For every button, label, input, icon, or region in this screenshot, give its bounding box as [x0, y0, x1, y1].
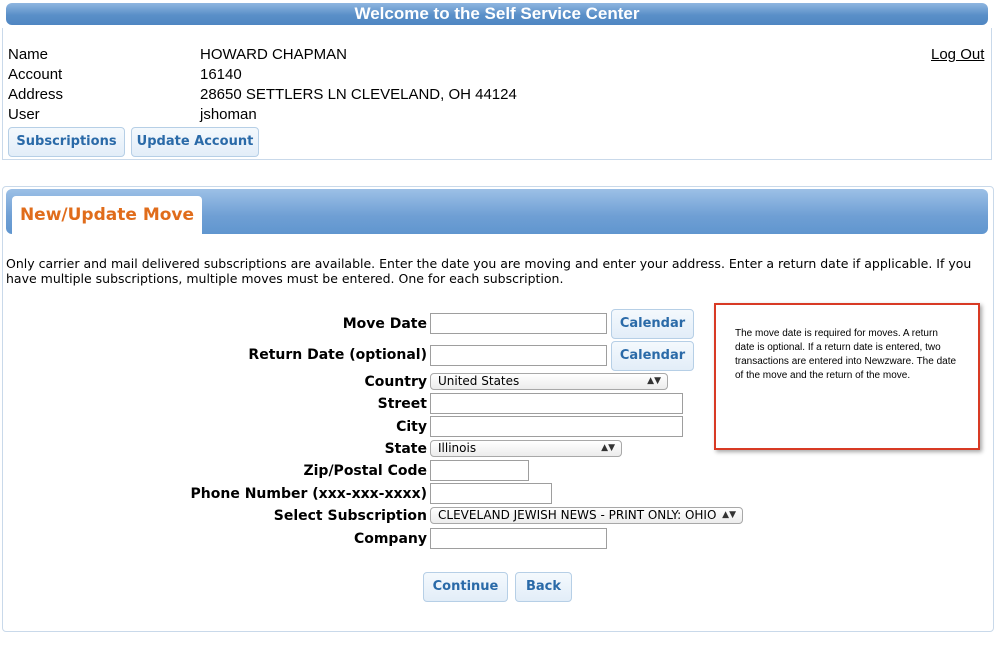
user-value: jshoman: [200, 106, 257, 123]
street-input[interactable]: [430, 393, 683, 414]
city-input[interactable]: [430, 416, 683, 437]
subscription-selected-value: CLEVELAND JEWISH NEWS - PRINT ONLY: OHIO: [438, 508, 717, 522]
state-selected-value: Illinois: [438, 441, 477, 455]
subscription-label: Select Subscription: [273, 508, 427, 524]
return-date-label: Return Date (optional): [248, 347, 427, 363]
select-arrows-icon: ▲▼: [647, 376, 661, 386]
return-date-input[interactable]: [430, 345, 607, 366]
back-button[interactable]: Back: [515, 572, 572, 602]
country-select[interactable]: United States ▲▼: [430, 373, 668, 390]
state-select[interactable]: Illinois ▲▼: [430, 440, 622, 457]
tab-new-update-move[interactable]: New/Update Move: [12, 196, 202, 237]
state-label: State: [384, 441, 427, 457]
annotation-callout: The move date is required for moves. A r…: [714, 303, 980, 450]
phone-input[interactable]: [430, 483, 552, 504]
user-label: User: [8, 106, 40, 123]
move-date-input[interactable]: [430, 313, 607, 334]
zip-input[interactable]: [430, 460, 529, 481]
country-label: Country: [364, 374, 427, 390]
page-title: Welcome to the Self Service Center: [6, 3, 988, 25]
city-label: City: [396, 419, 427, 435]
company-label: Company: [353, 531, 427, 547]
phone-label: Phone Number (xxx-xxx-xxxx): [190, 486, 427, 502]
select-arrows-icon: ▲▼: [601, 443, 615, 453]
account-label: Account: [8, 66, 63, 83]
subscription-select[interactable]: CLEVELAND JEWISH NEWS - PRINT ONLY: OHIO…: [430, 507, 743, 524]
street-label: Street: [377, 396, 427, 412]
account-value: 16140: [200, 66, 242, 83]
select-arrows-icon: ▲▼: [722, 510, 736, 520]
name-value: HOWARD CHAPMAN: [200, 46, 347, 63]
name-label: Name: [8, 46, 49, 63]
move-date-label: Move Date: [342, 316, 427, 332]
company-input[interactable]: [430, 528, 607, 549]
return-date-calendar-button[interactable]: Calendar: [611, 341, 694, 371]
instructions-text: Only carrier and mail delivered subscrip…: [6, 256, 972, 286]
update-account-button[interactable]: Update Account: [131, 127, 259, 157]
country-selected-value: United States: [438, 374, 520, 388]
continue-button[interactable]: Continue: [423, 572, 508, 602]
logout-link[interactable]: Log Out: [931, 46, 984, 63]
address-label: Address: [8, 86, 64, 103]
move-date-calendar-button[interactable]: Calendar: [611, 309, 694, 339]
address-value: 28650 SETTLERS LN CLEVELAND, OH 44124: [200, 86, 517, 103]
annotation-text: The move date is required for moves. A r…: [735, 328, 957, 381]
subscriptions-button[interactable]: Subscriptions: [8, 127, 125, 157]
zip-label: Zip/Postal Code: [303, 463, 427, 479]
